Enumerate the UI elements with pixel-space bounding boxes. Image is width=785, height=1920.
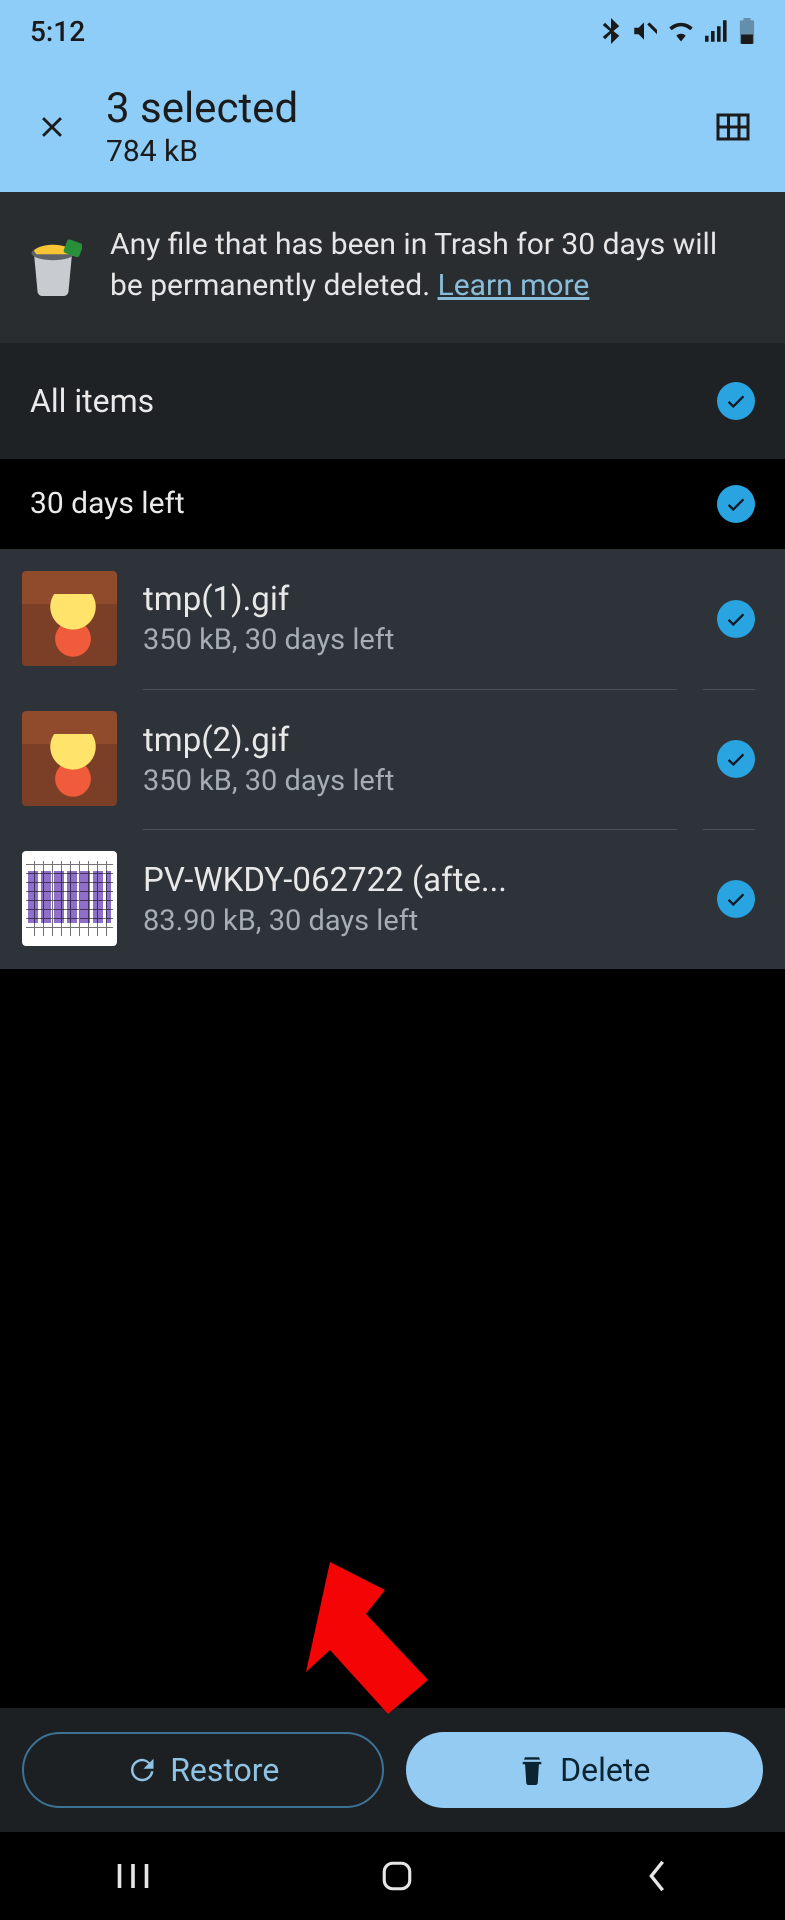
file-meta: 83.90 kB, 30 days left [143, 904, 677, 938]
check-icon [725, 748, 747, 770]
selection-size: 784 kB [106, 135, 679, 170]
file-row[interactable]: tmp(2).gif 350 kB, 30 days left [0, 689, 785, 829]
system-nav-bar [0, 1832, 785, 1920]
check-icon [725, 493, 747, 515]
status-icons [601, 18, 755, 44]
file-name: tmp(1).gif [143, 580, 677, 619]
file-check[interactable] [717, 740, 755, 778]
close-icon [35, 110, 69, 144]
delete-label: Delete [560, 1751, 650, 1789]
file-thumbnail [22, 571, 117, 666]
all-items-label: All items [30, 382, 154, 420]
file-thumbnail [22, 851, 117, 946]
file-thumbnail [22, 711, 117, 806]
selection-count: 3 selected [106, 85, 679, 133]
bluetooth-icon [601, 18, 621, 44]
recents-icon[interactable] [115, 1861, 151, 1891]
trash-info-banner: Any file that has been in Trash for 30 d… [0, 192, 785, 343]
home-icon[interactable] [380, 1859, 414, 1893]
selection-header: 3 selected 784 kB [0, 62, 785, 192]
all-items-header[interactable]: All items [0, 343, 785, 459]
file-row[interactable]: PV-WKDY-062722 (afte... 83.90 kB, 30 day… [0, 829, 785, 969]
days-left-header[interactable]: 30 days left [0, 459, 785, 549]
grid-icon [715, 112, 751, 142]
trash-info-text: Any file that has been in Trash for 30 d… [110, 227, 717, 303]
days-left-check[interactable] [717, 485, 755, 523]
restore-label: Restore [170, 1751, 279, 1789]
file-row[interactable]: tmp(1).gif 350 kB, 30 days left [0, 549, 785, 689]
delete-button[interactable]: Delete [406, 1732, 764, 1808]
status-bar: 5:12 [0, 0, 785, 62]
file-check[interactable] [717, 600, 755, 638]
all-items-check[interactable] [717, 382, 755, 420]
file-name: PV-WKDY-062722 (afte... [143, 861, 677, 900]
restore-icon [126, 1755, 156, 1785]
mute-icon [631, 18, 657, 44]
days-left-label: 30 days left [30, 486, 185, 521]
view-toggle-button[interactable] [709, 103, 757, 151]
trash-icon [24, 224, 84, 307]
file-list: tmp(1).gif 350 kB, 30 days left tmp(2).g… [0, 549, 785, 969]
delete-forever-icon [518, 1755, 546, 1785]
file-meta: 350 kB, 30 days left [143, 623, 677, 657]
action-bar: Restore Delete [0, 1708, 785, 1832]
status-time: 5:12 [30, 15, 85, 48]
check-icon [725, 608, 747, 630]
file-name: tmp(2).gif [143, 721, 677, 760]
file-meta: 350 kB, 30 days left [143, 764, 677, 798]
check-icon [725, 390, 747, 412]
close-button[interactable] [28, 103, 76, 151]
battery-icon [739, 18, 755, 44]
signal-icon [705, 20, 729, 42]
file-check[interactable] [717, 880, 755, 918]
learn-more-link[interactable]: Learn more [438, 268, 590, 303]
restore-button[interactable]: Restore [22, 1732, 384, 1808]
back-icon[interactable] [644, 1859, 670, 1893]
wifi-icon [667, 20, 695, 42]
check-icon [725, 888, 747, 910]
